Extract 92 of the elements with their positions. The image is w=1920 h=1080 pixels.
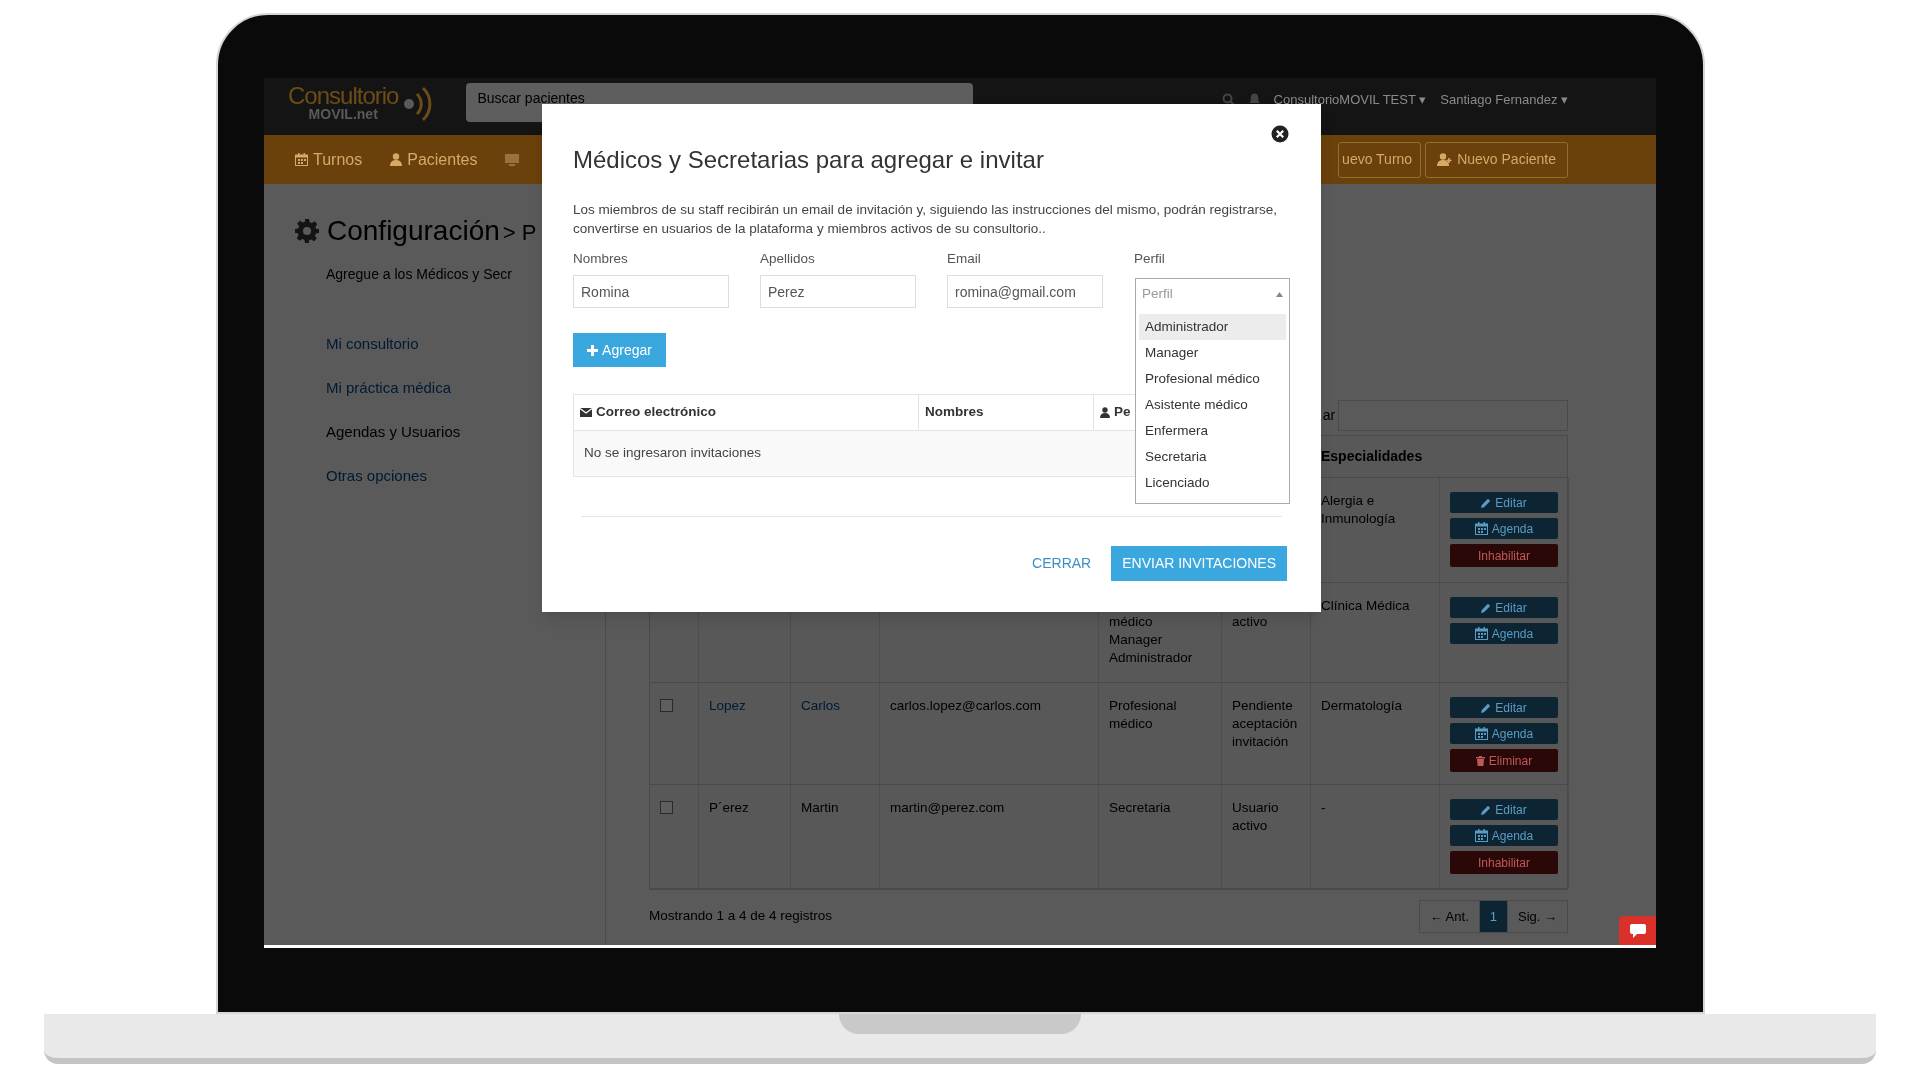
send-invitations-button[interactable]: ENVIAR INVITACIONES bbox=[1111, 546, 1287, 581]
modal-title: Médicos y Secretarias para agregar e invitar bbox=[573, 146, 1045, 174]
field-label: Nombres bbox=[573, 251, 628, 267]
row-action-button[interactable]: Agenda bbox=[1450, 623, 1558, 644]
calendar-icon bbox=[1474, 727, 1488, 740]
input-field[interactable]: romina@gmail.com bbox=[947, 275, 1103, 308]
sidebar-item[interactable]: Agendas y Usuarios bbox=[326, 422, 461, 441]
status-text: Usuario activo bbox=[1232, 799, 1280, 835]
close-button[interactable] bbox=[1271, 125, 1289, 143]
nav-item[interactable]: Turnos bbox=[295, 147, 363, 172]
account-menu[interactable]: ConsultorioMOVIL TEST ▾ bbox=[1273, 90, 1427, 110]
logo-subtext: MOVIL.net bbox=[308, 106, 378, 121]
page-button[interactable]: ← Ant. bbox=[1419, 901, 1479, 932]
select-placeholder: Perfil bbox=[1142, 284, 1173, 303]
specialty-text: - bbox=[1321, 799, 1327, 817]
page-button[interactable]: Sig. → bbox=[1507, 901, 1567, 932]
profile-select[interactable]: Perfil Administrador Manager Profesional médico Asistente médico Enfermera Secretaria Licenciado bbox=[1135, 278, 1290, 504]
dropdown-option[interactable]: Profesional médico bbox=[1139, 366, 1286, 392]
row-action-button[interactable]: Editar bbox=[1450, 799, 1558, 820]
add-button[interactable]: Agregar bbox=[573, 333, 666, 367]
modal-description: Los miembros de su staff recibirán un email de invitación y, siguiendo las instrucciones del mismo, podrán registrarse, convertirse en usuarios de la plataforma y miembros activos de su consultorio.. bbox=[573, 201, 1279, 238]
calendar-icon bbox=[1474, 627, 1488, 640]
input-field[interactable]: Romina bbox=[573, 275, 729, 308]
dropdown-option[interactable]: Secretaria bbox=[1139, 444, 1286, 470]
specialty-text: Clínica Médica bbox=[1321, 597, 1411, 615]
user-icon bbox=[390, 153, 403, 166]
row-action-button[interactable]: Agenda bbox=[1450, 518, 1558, 539]
dropdown-option[interactable]: Asistente médico bbox=[1139, 392, 1286, 418]
profile-text: Manager bbox=[1109, 631, 1163, 649]
table-cell: martin@perez.com bbox=[890, 799, 1005, 817]
empty-message: No se ingresaron invitaciones bbox=[584, 444, 762, 463]
close-link[interactable]: CERRAR bbox=[1030, 553, 1094, 574]
page-button[interactable]: 1 bbox=[1478, 901, 1507, 932]
profile-text: Profesional médico bbox=[1109, 697, 1178, 733]
pencil-icon bbox=[1481, 804, 1492, 815]
dropdown-option[interactable]: Manager bbox=[1139, 340, 1286, 366]
row-action-button[interactable]: Inhabilitar bbox=[1450, 544, 1558, 567]
dropdown-option[interactable]: Administrador bbox=[1139, 314, 1286, 340]
records-info: Mostrando 1 a 4 de 4 registros bbox=[649, 907, 833, 926]
column-header: Pe bbox=[1100, 402, 1131, 423]
pencil-icon bbox=[1481, 702, 1492, 713]
envelope-icon bbox=[580, 408, 592, 417]
close-icon bbox=[1271, 125, 1289, 143]
search-icon bbox=[1221, 93, 1235, 107]
column-header: Correo electrónico bbox=[580, 402, 717, 423]
calendar-icon bbox=[1474, 829, 1488, 842]
row-action-button[interactable]: Editar bbox=[1450, 597, 1558, 618]
logo-text: Consultorio bbox=[288, 83, 399, 108]
pencil-icon bbox=[1481, 602, 1492, 613]
nav-item[interactable]: Pacientes bbox=[390, 147, 478, 172]
input-field[interactable]: Perez bbox=[760, 275, 916, 308]
page-title: Configuración bbox=[327, 214, 500, 248]
row-action-button[interactable]: Agenda bbox=[1450, 825, 1558, 846]
action-button[interactable]: uevo Turno bbox=[1338, 141, 1422, 178]
row-action-button[interactable]: Editar bbox=[1450, 492, 1558, 513]
calendar-icon bbox=[1474, 522, 1488, 535]
field-label: Email bbox=[947, 251, 981, 267]
row-checkbox[interactable] bbox=[660, 801, 673, 814]
search-label: ar bbox=[1322, 406, 1336, 425]
table-cell: carlos.lopez@carlos.com bbox=[890, 697, 1041, 715]
user-icon bbox=[1100, 407, 1110, 418]
breadcrumb-text: > P bbox=[502, 219, 537, 247]
dropdown-option[interactable]: Licenciado bbox=[1139, 470, 1286, 496]
field-label: Apellidos bbox=[760, 251, 815, 267]
profile-text: médico bbox=[1109, 613, 1153, 631]
pencil-icon bbox=[1481, 497, 1492, 508]
column-header: Nombres bbox=[925, 403, 984, 422]
action-button[interactable]: Nuevo Paciente bbox=[1425, 141, 1568, 178]
row-action-button[interactable]: Editar bbox=[1450, 697, 1558, 718]
field-label: Perfil bbox=[1134, 251, 1165, 267]
status-text: Pendiente aceptación invitación bbox=[1232, 697, 1299, 751]
profile-text: Administrador bbox=[1109, 649, 1193, 667]
row-checkbox[interactable] bbox=[660, 699, 673, 712]
calendar-icon bbox=[295, 153, 308, 166]
row-action-button[interactable]: Inhabilitar bbox=[1450, 851, 1558, 874]
row-action-button[interactable]: Agenda bbox=[1450, 723, 1558, 744]
user-add-icon bbox=[1437, 153, 1453, 166]
profile-text: Secretaria bbox=[1109, 799, 1171, 817]
chat-bubble-icon bbox=[1629, 923, 1646, 938]
status-text: activo bbox=[1232, 613, 1269, 631]
trash-icon bbox=[1475, 755, 1485, 766]
chat-button[interactable] bbox=[1619, 916, 1656, 945]
dropdown-option[interactable]: Enfermera bbox=[1139, 418, 1286, 444]
user-menu[interactable]: Santiago Fernandez ▾ bbox=[1440, 90, 1568, 110]
page-subtitle: Agregue a los Médicos y Secr bbox=[326, 265, 512, 284]
gear-icon bbox=[295, 219, 319, 243]
specialty-text: Dermatología bbox=[1321, 697, 1404, 715]
column-header: Especialidades bbox=[1321, 447, 1423, 466]
screen-icon bbox=[505, 153, 520, 166]
plus-icon bbox=[587, 344, 599, 356]
row-action-button[interactable]: Eliminar bbox=[1450, 749, 1558, 772]
specialty-text: Alergia e Inmunología bbox=[1321, 492, 1397, 528]
